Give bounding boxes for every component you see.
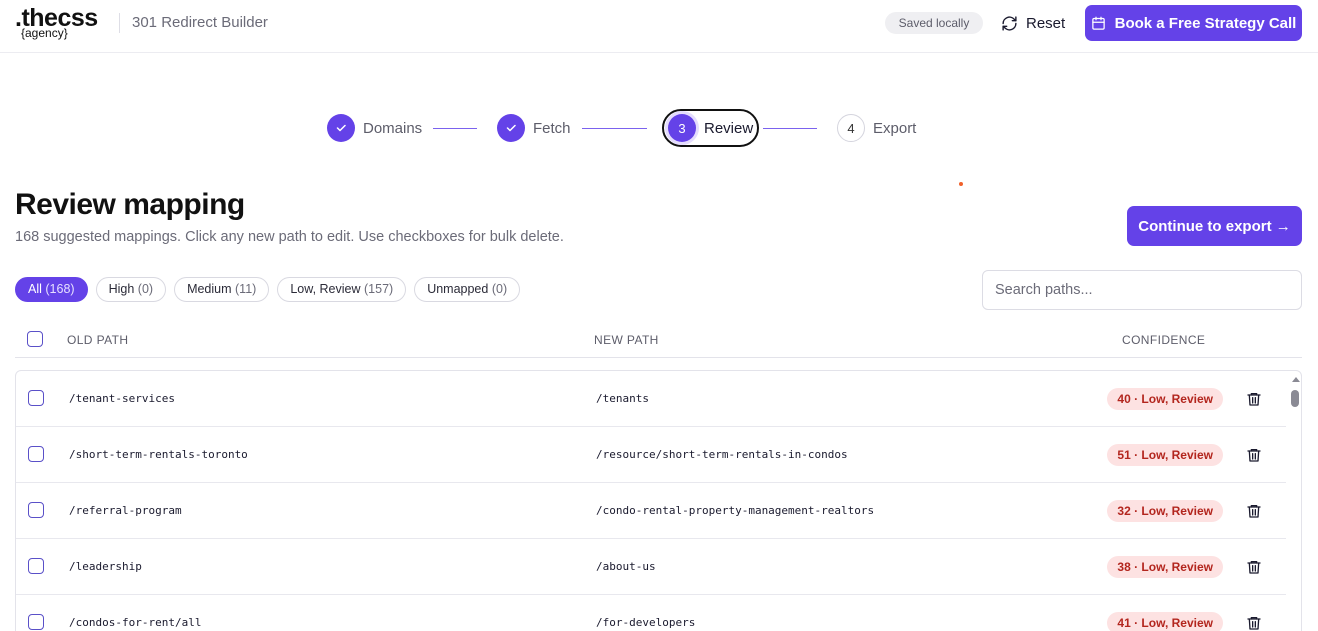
step-connector — [433, 128, 477, 129]
old-path-cell: /condos-for-rent/all — [69, 616, 202, 629]
filter-chip-all[interactable]: All (168) — [15, 277, 88, 302]
row-checkbox[interactable] — [28, 390, 44, 406]
saved-status-badge: Saved locally — [885, 12, 983, 34]
step-label: Domains — [363, 119, 423, 137]
chip-label: Unmapped — [427, 282, 489, 296]
old-path-cell: /leadership — [69, 560, 142, 573]
table-row: /condos-for-rent/all /for-developers 41 … — [16, 595, 1286, 631]
table-row: /leadership /about-us 38 · Low, Review — [16, 539, 1286, 595]
confidence-badge: 40 · Low, Review — [1107, 388, 1223, 410]
table-row: /referral-program /condo-rental-property… — [16, 483, 1286, 539]
new-path-cell[interactable]: /condo-rental-property-management-realto… — [596, 504, 874, 518]
calendar-icon — [1091, 16, 1105, 30]
logo[interactable]: .thecss {agency} — [15, 5, 110, 41]
select-all-checkbox[interactable] — [27, 331, 43, 347]
chip-count: (0) — [491, 282, 508, 296]
reset-label: Reset — [1026, 14, 1066, 32]
step-fetch[interactable]: Fetch — [497, 113, 571, 143]
filter-chip-unmapped[interactable]: Unmapped (0) — [414, 277, 521, 302]
reset-button[interactable]: Reset — [1001, 11, 1065, 35]
scroll-up-arrow-icon[interactable] — [1292, 377, 1300, 382]
trash-icon[interactable] — [1246, 559, 1262, 575]
step-domains[interactable]: Domains — [327, 113, 422, 143]
row-checkbox[interactable] — [28, 558, 44, 574]
column-header-old-path: OLD PATH — [67, 333, 129, 347]
book-call-button[interactable]: Book a Free Strategy Call — [1085, 5, 1302, 41]
book-call-label: Book a Free Strategy Call — [1114, 14, 1297, 32]
row-checkbox[interactable] — [28, 614, 44, 630]
trash-icon[interactable] — [1246, 447, 1262, 463]
step-connector — [582, 128, 647, 129]
confidence-badge: 41 · Low, Review — [1107, 612, 1223, 631]
top-bar: .thecss {agency} 301 Redirect Builder Sa… — [0, 0, 1318, 53]
scrollbar-thumb[interactable] — [1291, 390, 1299, 407]
confidence-filter-chips: All (168) High (0) Medium (11) Low, Revi… — [15, 277, 521, 302]
trash-icon[interactable] — [1246, 503, 1262, 519]
new-path-cell[interactable]: /tenants — [596, 392, 649, 406]
step-label: Review — [704, 119, 754, 137]
search-input[interactable] — [982, 270, 1302, 310]
row-checkbox[interactable] — [28, 446, 44, 462]
step-label: Export — [873, 119, 917, 137]
table-row: /tenant-services /tenants 40 · Low, Revi… — [16, 371, 1286, 427]
step-done-marker — [497, 114, 525, 142]
chip-label: All — [28, 282, 42, 296]
table-row: /short-term-rentals-toronto /resource/sh… — [16, 427, 1286, 483]
header-divider — [119, 13, 120, 33]
confidence-badge: 38 · Low, Review — [1107, 556, 1223, 578]
old-path-cell: /referral-program — [69, 504, 182, 517]
trash-icon[interactable] — [1246, 615, 1262, 631]
old-path-cell: /tenant-services — [69, 392, 175, 405]
old-path-cell: /short-term-rentals-toronto — [69, 448, 248, 461]
step-label: Fetch — [533, 119, 571, 137]
progress-stepper: Domains Fetch 3 Review 4 Export — [0, 109, 1318, 147]
filter-chip-high[interactable]: High (0) — [95, 277, 167, 302]
page-title: Review mapping — [15, 188, 245, 221]
filter-chip-medium[interactable]: Medium (11) — [174, 277, 270, 302]
confidence-badge: 51 · Low, Review — [1107, 444, 1223, 466]
chip-label: Low, Review — [290, 282, 361, 296]
table-scrollbar[interactable] — [1288, 371, 1301, 631]
new-path-cell[interactable]: /resource/short-term-rentals-in-condos — [596, 448, 848, 462]
decorative-dot — [959, 182, 963, 186]
step-number: 4 — [837, 114, 865, 142]
column-header-confidence: CONFIDENCE — [1122, 333, 1206, 347]
chip-count: (11) — [235, 282, 257, 296]
new-path-cell[interactable]: /about-us — [596, 560, 656, 574]
chip-count: (0) — [137, 282, 154, 296]
logo-tagline: {agency} — [21, 26, 68, 40]
confidence-badge: 32 · Low, Review — [1107, 500, 1223, 522]
chip-count: (168) — [45, 282, 75, 296]
row-checkbox[interactable] — [28, 502, 44, 518]
step-review[interactable]: 3 Review — [662, 109, 760, 147]
check-icon — [336, 124, 346, 132]
mapping-table-body: /tenant-services /tenants 40 · Low, Revi… — [15, 370, 1302, 631]
new-path-cell[interactable]: /for-developers — [596, 616, 695, 630]
step-connector — [763, 128, 817, 129]
step-number: 3 — [668, 114, 696, 142]
filter-chip-low-review[interactable]: Low, Review (157) — [277, 277, 407, 302]
chip-count: (157) — [364, 282, 394, 296]
continue-to-export-button[interactable]: Continue to export → — [1127, 206, 1302, 246]
trash-icon[interactable] — [1246, 391, 1262, 407]
page-subtitle: 168 suggested mappings. Click any new pa… — [15, 229, 564, 245]
app-title: 301 Redirect Builder — [132, 14, 268, 31]
chip-label: High — [108, 282, 135, 296]
column-header-new-path: NEW PATH — [594, 333, 659, 347]
chip-label: Medium — [187, 282, 232, 296]
step-done-marker — [327, 114, 355, 142]
check-icon — [506, 124, 516, 132]
table-header: OLD PATH NEW PATH CONFIDENCE — [15, 322, 1302, 358]
step-export[interactable]: 4 Export — [837, 113, 916, 143]
refresh-icon — [1002, 15, 1017, 31]
